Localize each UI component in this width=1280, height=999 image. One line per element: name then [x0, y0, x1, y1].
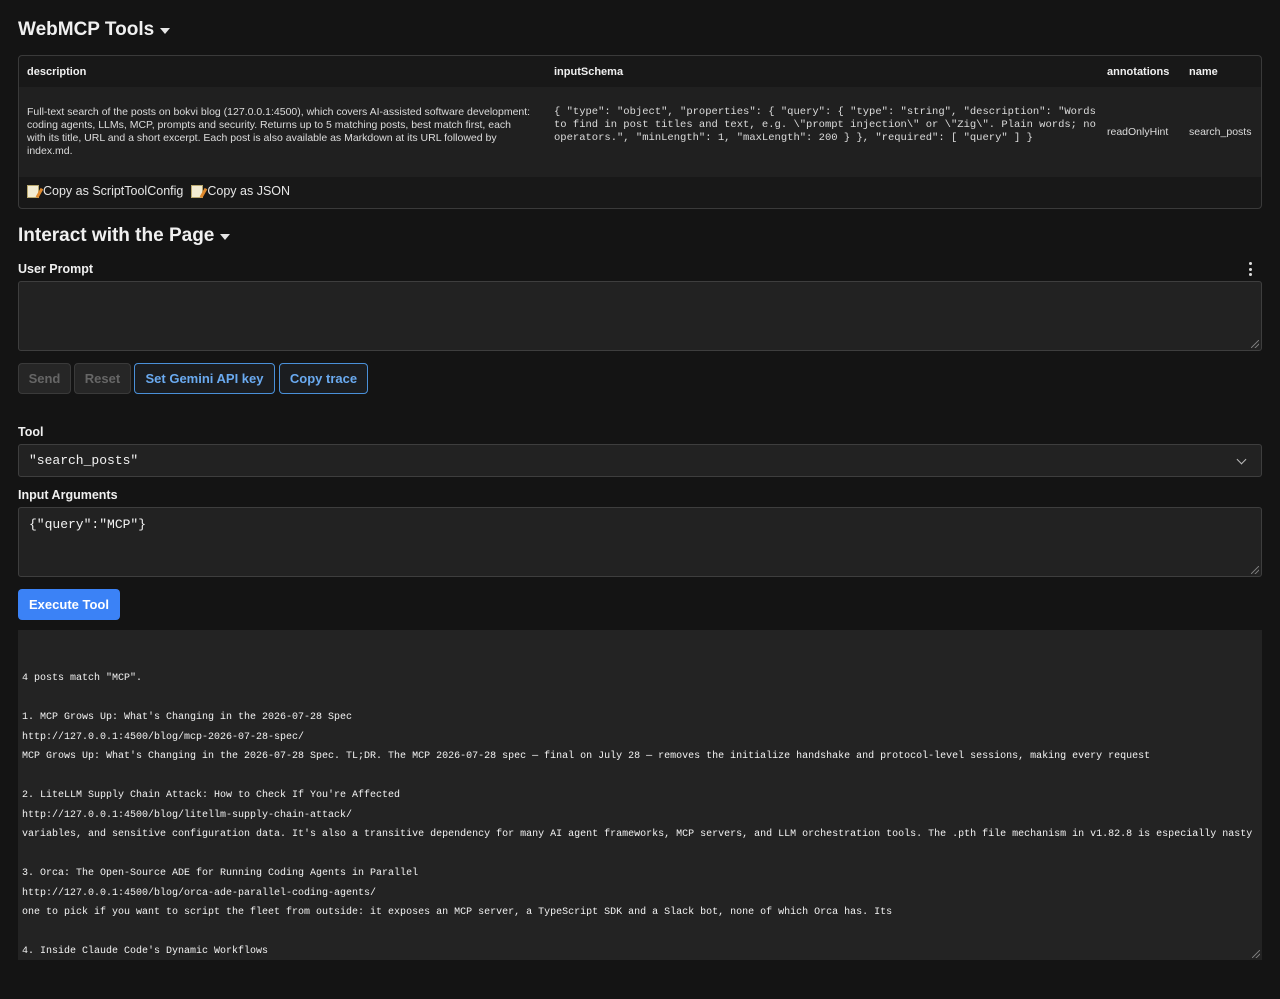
- resize-handle-icon[interactable]: [1252, 950, 1260, 958]
- tools-table: description inputSchema annotations name…: [18, 55, 1262, 209]
- resize-handle-icon[interactable]: [1251, 340, 1259, 348]
- tool-annotations: readOnlyHint: [1107, 126, 1169, 138]
- tool-output-text: 4 posts match "MCP". 1. MCP Grows Up: Wh…: [22, 673, 1253, 957]
- send-button[interactable]: Send: [18, 363, 71, 394]
- reset-button[interactable]: Reset: [74, 363, 131, 394]
- memo-icon: [27, 184, 39, 198]
- tool-input-schema: { "type": "object", "properties": { "que…: [554, 106, 1096, 144]
- execute-tool-button[interactable]: Execute Tool: [18, 589, 120, 620]
- memo-icon: [191, 184, 204, 198]
- copy-actions: Copy as ScriptToolConfig Copy as JSON: [27, 184, 290, 198]
- input-arguments-field[interactable]: {"query":"MCP"}: [18, 507, 1262, 577]
- column-header-annotations: annotations: [1107, 66, 1170, 78]
- resize-handle-icon[interactable]: [1251, 566, 1259, 574]
- more-options-icon[interactable]: [1247, 262, 1253, 276]
- interact-title: Interact with the Page: [18, 225, 215, 246]
- copy-trace-button[interactable]: Copy trace: [279, 363, 368, 394]
- tool-select[interactable]: "search_posts": [18, 444, 1262, 477]
- webmcp-tools-title: WebMCP Tools: [18, 19, 155, 40]
- column-header-description: description: [27, 66, 87, 78]
- user-prompt-label: User Prompt: [18, 262, 94, 276]
- user-prompt-input[interactable]: [18, 281, 1262, 351]
- tool-name: search_posts: [1189, 126, 1252, 138]
- caret-down-icon: [220, 234, 231, 240]
- copy-as-scripttoolconfig-link[interactable]: Copy as ScriptToolConfig: [43, 184, 183, 198]
- input-arguments-value: {"query":"MCP"}: [29, 517, 147, 532]
- webmcp-tools-header[interactable]: WebMCP Tools: [18, 19, 171, 41]
- column-header-inputschema: inputSchema: [554, 66, 624, 78]
- interact-header[interactable]: Interact with the Page: [18, 225, 231, 247]
- copy-as-json-link[interactable]: Copy as JSON: [207, 184, 290, 198]
- input-arguments-label: Input Arguments: [18, 488, 118, 502]
- tool-description: Full-text search of the posts on bokvi b…: [27, 106, 531, 157]
- tool-label: Tool: [18, 425, 44, 439]
- caret-down-icon: [160, 28, 171, 34]
- set-gemini-api-key-button[interactable]: Set Gemini API key: [134, 363, 275, 394]
- column-header-name: name: [1189, 66, 1218, 78]
- tool-select-value: "search_posts": [29, 453, 139, 468]
- tool-output[interactable]: 4 posts match "MCP". 1. MCP Grows Up: Wh…: [18, 630, 1262, 960]
- chevron-down-icon: [1236, 454, 1247, 465]
